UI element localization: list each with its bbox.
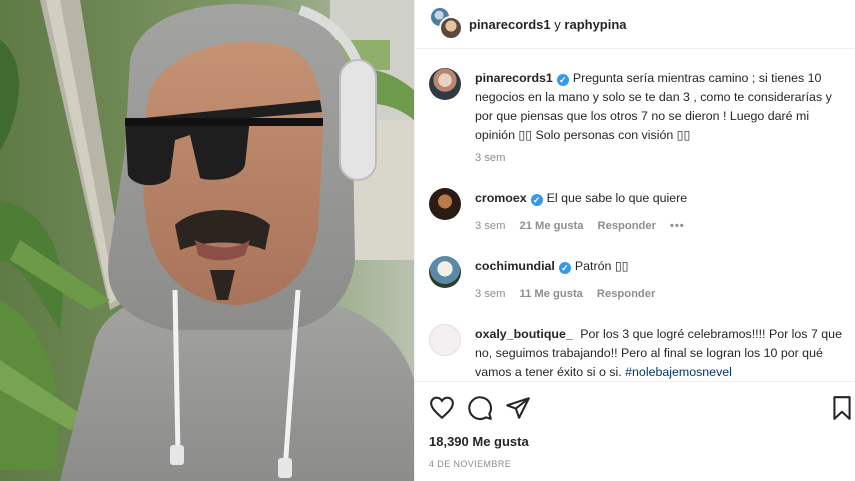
comment-icon[interactable] [467, 395, 493, 421]
comment-time[interactable]: 3 sem [475, 288, 505, 300]
bookmark-icon[interactable] [829, 395, 855, 421]
header-user2-link[interactable]: raphypina [564, 17, 626, 32]
more-options-icon[interactable]: ••• [670, 220, 685, 232]
header-joiner: y [554, 16, 561, 32]
heart-icon[interactable] [429, 395, 455, 421]
comments-list[interactable]: pinarecords1 ✓ Pregunta sería mientras cam… [415, 50, 855, 380]
comment-meta: 3 sem 21 Me gusta Responder ••• [475, 220, 685, 232]
comment-text: Patrón ▯▯ [574, 259, 629, 273]
comment-username[interactable]: cromoex [475, 191, 527, 205]
caption-item: pinarecords1 ✓ Pregunta sería mientras cam… [429, 68, 849, 168]
post-header: pinarecords1 y raphypina [415, 0, 855, 49]
verified-badge-icon: ✓ [558, 262, 571, 274]
avatar[interactable] [429, 256, 461, 288]
comment-item: cromoex ✓ El que sabe lo que quiere 3 sem … [429, 188, 849, 242]
verified-badge-icon: ✓ [556, 74, 569, 86]
post-actions: 18,390 Me gusta 4 DE NOVIEMBRE [415, 381, 855, 481]
hashtag-link[interactable]: #nolebajemosnevel [625, 365, 732, 379]
header-user1-link[interactable]: pinarecords1 [469, 17, 551, 32]
instagram-post: pinarecords1 y raphypina pinarecords1 ✓ Pr… [0, 0, 855, 481]
caption-time[interactable]: 3 sem [475, 152, 505, 164]
avatar-raphypina[interactable] [439, 16, 463, 40]
comment-likes-count[interactable]: 11 Me gusta [519, 288, 582, 300]
avatar[interactable] [429, 68, 461, 100]
action-icons [429, 395, 855, 421]
verified-badge-icon: ✓ [530, 194, 543, 206]
post-date[interactable]: 4 DE NOVIEMBRE [429, 459, 511, 469]
header-usernames: pinarecords1 y raphypina [469, 17, 627, 32]
avatar[interactable] [429, 188, 461, 220]
caption-username[interactable]: pinarecords1 [475, 71, 553, 85]
comment-body: oxaly_boutique_ Por los 3 que logré cele… [475, 325, 845, 380]
post-side-panel: pinarecords1 y raphypina pinarecords1 ✓ Pr… [414, 0, 855, 481]
caption-body: pinarecords1 ✓ Pregunta sería mientras cam… [475, 69, 845, 145]
share-icon[interactable] [505, 395, 531, 421]
reply-button[interactable]: Responder [598, 220, 656, 232]
caption-meta: 3 sem [475, 152, 505, 164]
comment-text: El que sabe lo que quiere [546, 191, 688, 205]
likes-count[interactable]: 18,390 Me gusta [429, 434, 529, 449]
comment-item: cochimundial ✓ Patrón ▯▯ 3 sem 11 Me gusta… [429, 256, 849, 310]
collab-avatars[interactable] [429, 6, 465, 42]
comment-body: cromoex ✓ El que sabe lo que quiere [475, 189, 845, 208]
selfie-photo-illustration [0, 0, 414, 481]
comment-username[interactable]: cochimundial [475, 259, 555, 273]
comment-item: oxaly_boutique_ Por los 3 que logré cele… [429, 324, 849, 380]
comment-username[interactable]: oxaly_boutique_ [475, 327, 573, 341]
comment-meta: 3 sem 11 Me gusta Responder [475, 288, 655, 300]
avatar[interactable] [429, 324, 461, 356]
comment-likes-count[interactable]: 21 Me gusta [519, 220, 583, 232]
comment-body: cochimundial ✓ Patrón ▯▯ [475, 257, 845, 276]
reply-button[interactable]: Responder [597, 288, 655, 300]
comment-time[interactable]: 3 sem [475, 220, 505, 232]
post-photo[interactable] [0, 0, 414, 481]
